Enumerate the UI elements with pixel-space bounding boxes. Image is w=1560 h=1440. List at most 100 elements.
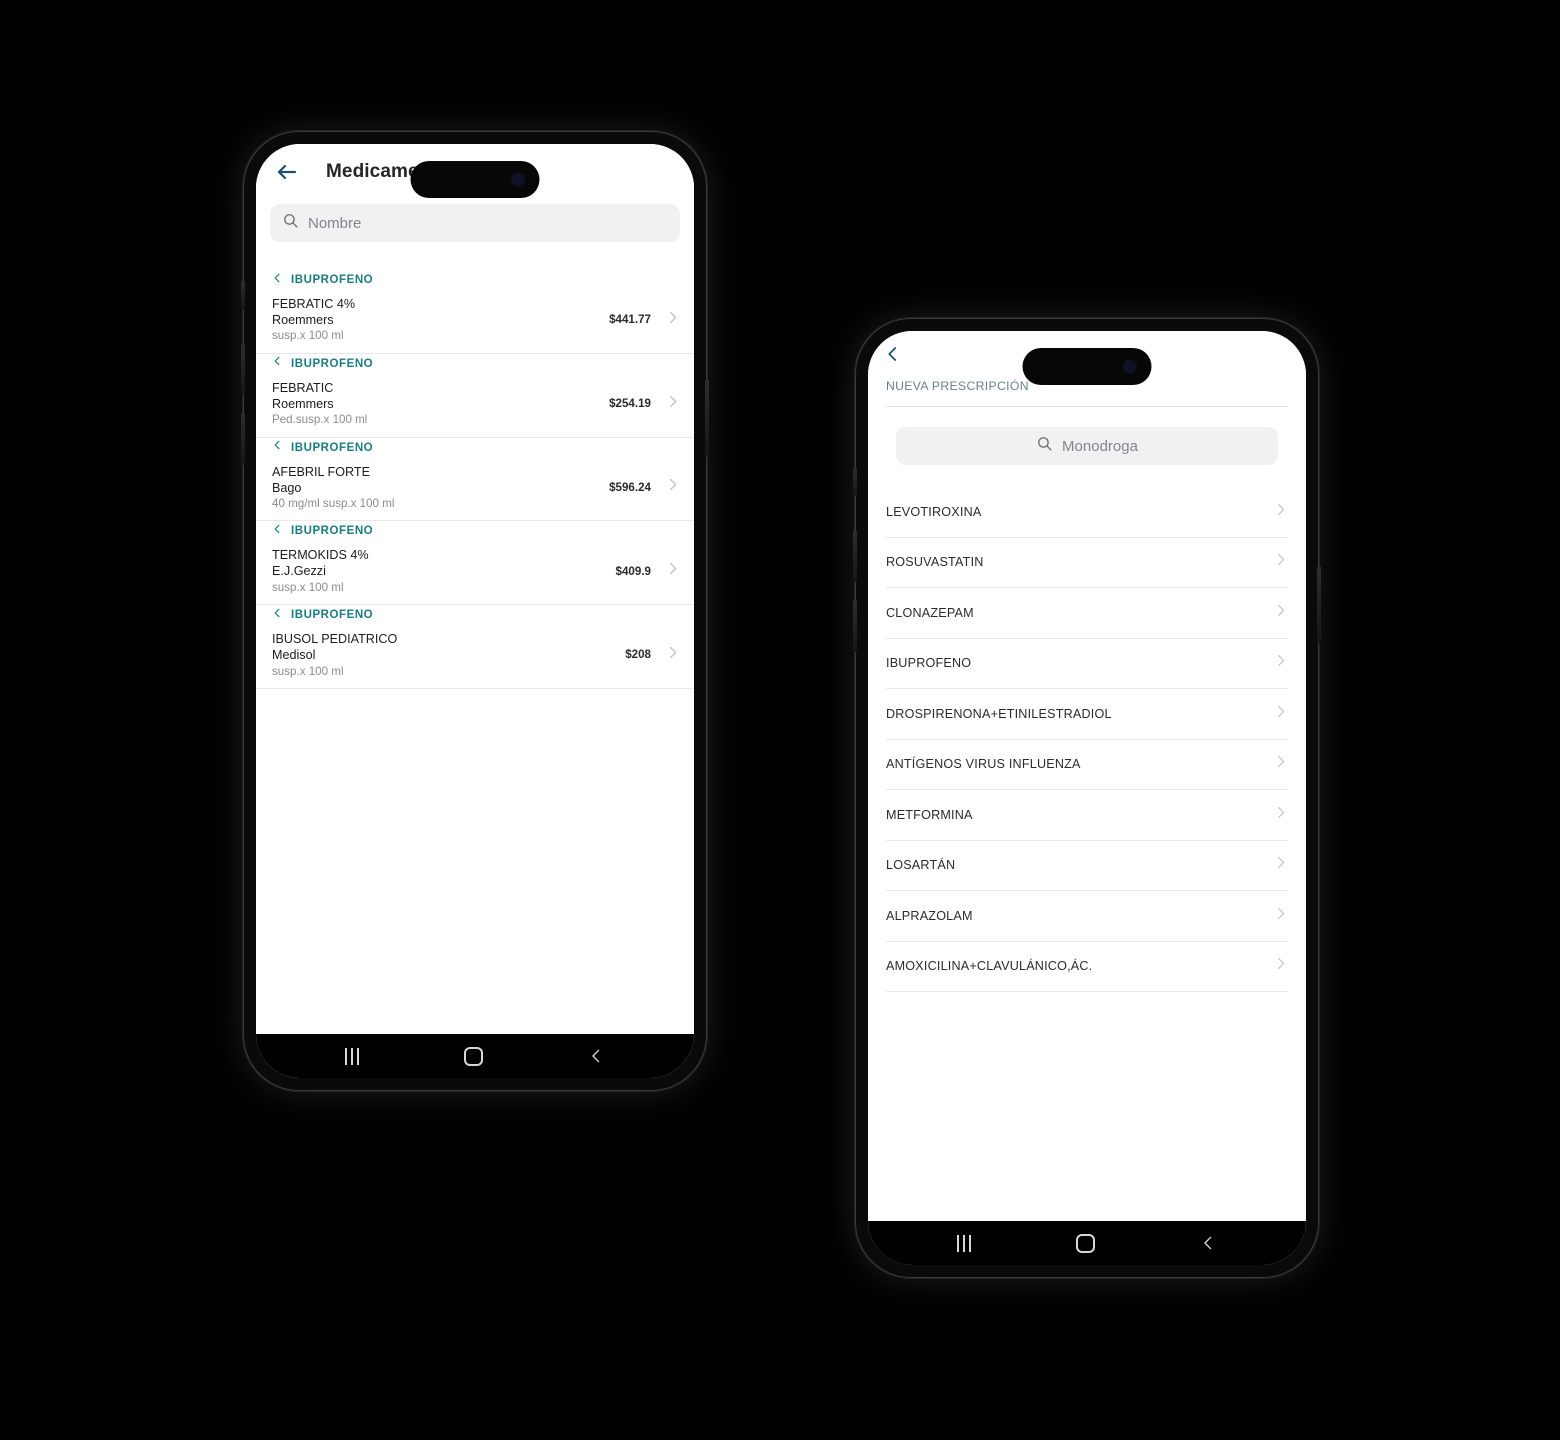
medication-row[interactable]: AFEBRIL FORTE Bago 40 mg/ml susp.x 100 m…: [256, 458, 694, 522]
chevron-right-icon[interactable]: [665, 643, 680, 667]
chevron-right-icon[interactable]: [1273, 803, 1288, 827]
monodroga-label: IBUPROFENO: [291, 609, 374, 622]
medication-name: FEBRATIC: [272, 380, 334, 395]
monodroga-header[interactable]: IBUPROFENO: [256, 438, 694, 458]
medication-name: AFEBRIL FORTE: [272, 464, 370, 479]
medication-presentation: susp.x 100 ml: [272, 580, 344, 594]
medication-group: IBUPROFENO FEBRATIC Roemmers Ped.susp.x …: [256, 354, 694, 438]
monodroga-name: LOSARTÁN: [886, 858, 956, 873]
list-item[interactable]: ANTÍGENOS VIRUS INFLUENZA: [886, 740, 1288, 790]
search-input[interactable]: Nombre: [270, 204, 680, 242]
chevron-left-icon: [272, 438, 283, 457]
chevron-right-icon[interactable]: [1273, 500, 1288, 524]
list-item[interactable]: CLONAZEPAM: [886, 588, 1288, 639]
medication-name: TERMOKIDS 4%: [272, 548, 369, 563]
medication-lab: Roemmers: [272, 396, 334, 411]
screenshot-canvas: Medicamen Nombre IBUPROFENO FEBRATIC 4% …: [0, 0, 1560, 1440]
phone1-android-navbar: [256, 1034, 694, 1078]
medication-texts: FEBRATIC Roemmers Ped.susp.x 100 ml: [272, 380, 609, 428]
medication-price: $441.77: [609, 313, 651, 327]
medication-group: IBUPROFENO TERMOKIDS 4% E.J.Gezzi susp.x…: [256, 521, 694, 606]
monodroga-list: LEVOTIROXINA ROSUVASTATIN CLONAZEPAM IBU…: [868, 487, 1306, 992]
phone-device-left: Medicamen Nombre IBUPROFENO FEBRATIC 4% …: [241, 131, 709, 1091]
chevron-right-icon[interactable]: [1273, 601, 1288, 625]
monodroga-label: IBUPROFENO: [291, 525, 374, 538]
chevron-right-icon[interactable]: [665, 559, 680, 583]
search-icon: [1036, 435, 1053, 457]
medication-texts: FEBRATIC 4% Roemmers susp.x 100 ml: [272, 296, 609, 344]
monodroga-label: IBUPROFENO: [291, 441, 374, 454]
search-placeholder: Nombre: [308, 214, 362, 232]
list-item[interactable]: AMOXICILINA+CLAVULÁNICO,ÁC.: [886, 942, 1288, 992]
medication-row[interactable]: FEBRATIC Roemmers Ped.susp.x 100 ml $254…: [256, 374, 694, 438]
chevron-right-icon[interactable]: [665, 392, 680, 416]
monodroga-label: IBUPROFENO: [291, 274, 374, 286]
chevron-right-icon[interactable]: [1273, 853, 1288, 877]
phone2-screen: NUEVA PRESCRIPCIÓN Monodroga LEVOTIROXIN…: [868, 331, 1306, 1265]
medication-texts: TERMOKIDS 4% E.J.Gezzi susp.x 100 ml: [272, 547, 616, 595]
monodroga-header[interactable]: IBUPROFENO: [256, 521, 694, 541]
chevron-right-icon[interactable]: [1273, 904, 1288, 928]
monodroga-name: DROSPIRENONA+ETINILESTRADIOL: [886, 706, 1112, 721]
chevron-left-icon: [272, 606, 283, 625]
monodroga-name: LEVOTIROXINA: [886, 504, 982, 519]
monodroga-name: AMOXICILINA+CLAVULÁNICO,ÁC.: [886, 959, 1093, 974]
phone2-search-wrap: Monodroga: [868, 407, 1306, 465]
list-item[interactable]: ROSUVASTATIN: [886, 538, 1288, 588]
medication-group: IBUPROFENO FEBRATIC 4% Roemmers susp.x 1…: [256, 270, 694, 354]
chevron-right-icon[interactable]: [665, 475, 680, 499]
phone1-app-body: Medicamen Nombre IBUPROFENO FEBRATIC 4% …: [256, 144, 694, 1034]
monodroga-name: ALPRAZOLAM: [886, 908, 973, 923]
list-item[interactable]: METFORMINA: [886, 790, 1288, 841]
back-icon[interactable]: [1200, 1233, 1217, 1253]
list-item[interactable]: ALPRAZOLAM: [886, 891, 1288, 942]
medication-price: $254.19: [609, 397, 651, 411]
medication-group: IBUPROFENO IBUSOL PEDIATRICO Medisol sus…: [256, 605, 694, 689]
medication-presentation: 40 mg/ml susp.x 100 ml: [272, 497, 395, 510]
chevron-right-icon[interactable]: [1273, 752, 1288, 776]
dynamic-island: [410, 161, 540, 198]
medication-texts: AFEBRIL FORTE Bago 40 mg/ml susp.x 100 m…: [272, 464, 609, 512]
recents-icon[interactable]: [344, 1047, 359, 1065]
monodroga-search-input[interactable]: Monodroga: [896, 427, 1278, 465]
list-item[interactable]: LOSARTÁN: [886, 841, 1288, 891]
monodroga-name: ANTÍGENOS VIRUS INFLUENZA: [886, 757, 1081, 772]
chevron-left-icon: [272, 271, 283, 290]
medication-price: $596.24: [609, 480, 651, 494]
medication-price: $208: [625, 648, 651, 662]
recents-icon[interactable]: [956, 1234, 971, 1252]
chevron-right-icon[interactable]: [665, 308, 680, 332]
phone1-screen: Medicamen Nombre IBUPROFENO FEBRATIC 4% …: [256, 144, 694, 1078]
chevron-right-icon[interactable]: [1273, 651, 1288, 675]
search-icon: [282, 212, 299, 234]
monodroga-header[interactable]: IBUPROFENO: [256, 354, 694, 374]
phone-device-right: NUEVA PRESCRIPCIÓN Monodroga LEVOTIROXIN…: [853, 318, 1321, 1278]
list-item[interactable]: DROSPIRENONA+ETINILESTRADIOL: [886, 689, 1288, 740]
chevron-right-icon[interactable]: [1273, 550, 1288, 574]
chevron-left-icon: [272, 354, 283, 373]
monodroga-header[interactable]: IBUPROFENO: [256, 270, 694, 290]
medication-price: $409.9: [615, 564, 651, 578]
phone2-app-body: NUEVA PRESCRIPCIÓN Monodroga LEVOTIROXIN…: [868, 331, 1306, 1221]
monodroga-name: METFORMINA: [886, 807, 973, 822]
list-item[interactable]: LEVOTIROXINA: [886, 487, 1288, 538]
chevron-right-icon[interactable]: [1273, 954, 1288, 978]
back-chevron-icon[interactable]: [884, 343, 902, 370]
medication-texts: IBUSOL PEDIATRICO Medisol susp.x 100 ml: [272, 631, 625, 679]
list-item[interactable]: IBUPROFENO: [886, 639, 1288, 689]
monodroga-name: CLONAZEPAM: [886, 605, 974, 620]
back-icon[interactable]: [588, 1046, 605, 1066]
monodroga-header[interactable]: IBUPROFENO: [256, 605, 694, 625]
medication-row[interactable]: TERMOKIDS 4% E.J.Gezzi susp.x 100 ml $40…: [256, 541, 694, 606]
medication-row[interactable]: FEBRATIC 4% Roemmers susp.x 100 ml $441.…: [256, 290, 694, 354]
back-arrow-icon[interactable]: [270, 155, 304, 189]
chevron-left-icon: [272, 522, 283, 541]
home-icon[interactable]: [463, 1046, 483, 1066]
medication-presentation: susp.x 100 ml: [272, 329, 344, 343]
dynamic-island: [1022, 348, 1152, 385]
medication-lab: Medisol: [272, 648, 316, 663]
medication-row[interactable]: IBUSOL PEDIATRICO Medisol susp.x 100 ml …: [256, 625, 694, 689]
chevron-right-icon[interactable]: [1273, 702, 1288, 726]
medication-presentation: susp.x 100 ml: [272, 664, 344, 678]
home-icon[interactable]: [1075, 1233, 1095, 1253]
